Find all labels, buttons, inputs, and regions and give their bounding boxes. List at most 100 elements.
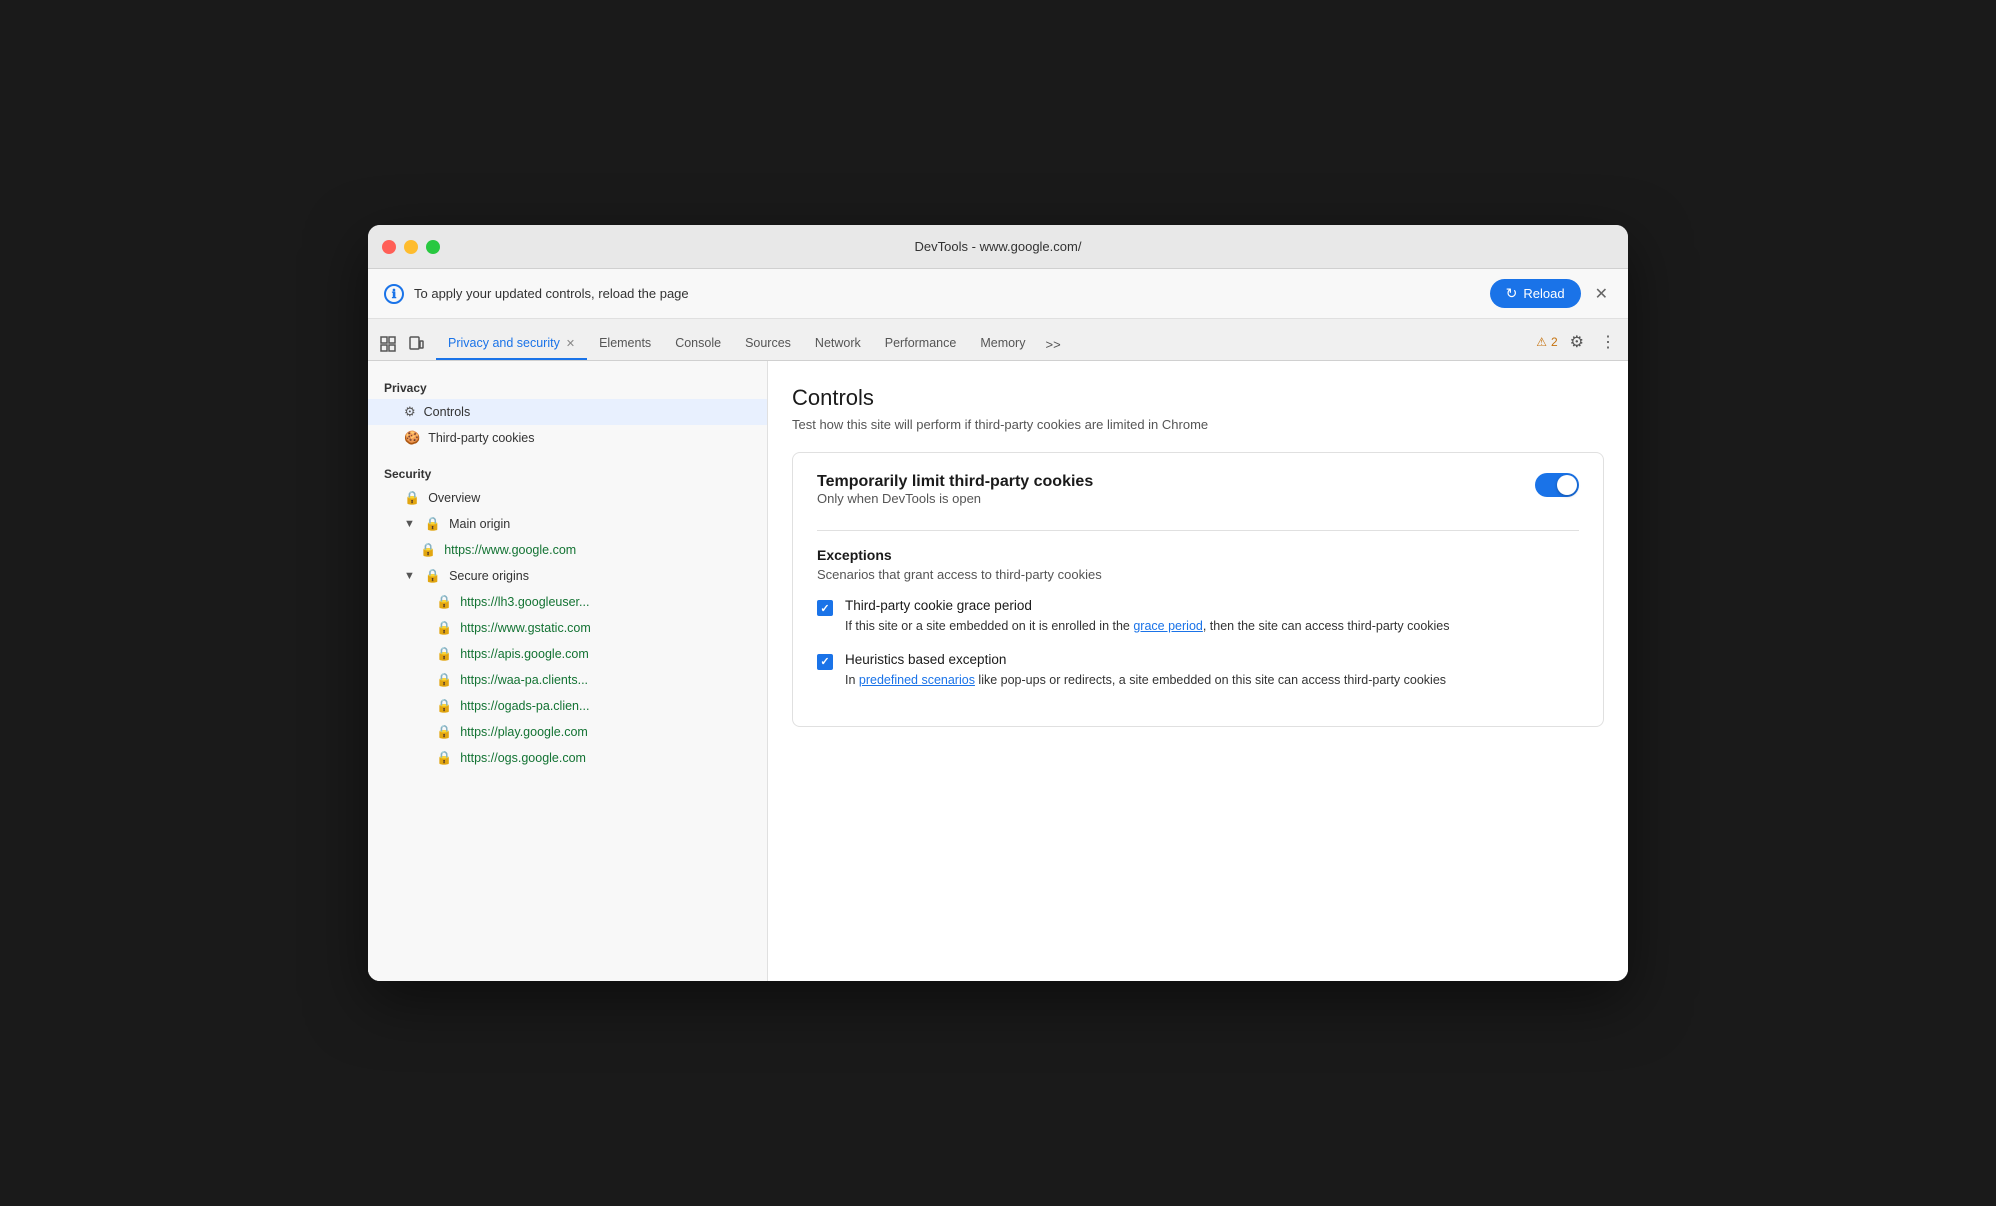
tab-elements[interactable]: Elements <box>587 328 663 360</box>
sidebar: Privacy ⚙ Controls 🍪 Third-party cookies… <box>368 361 768 981</box>
tab-close-icon[interactable]: ✕ <box>566 337 575 350</box>
sidebar-lh3-url: https://lh3.googleuser... <box>460 595 589 609</box>
card-subtitle: Only when DevTools is open <box>817 491 1093 506</box>
tab-privacy-and-security[interactable]: Privacy and security ✕ <box>436 328 587 360</box>
tab-memory[interactable]: Memory <box>968 328 1037 360</box>
sidebar-waa-url: https://waa-pa.clients... <box>460 673 588 687</box>
lock-icon-secure-origins: 🔒 <box>425 568 441 584</box>
warning-count: 2 <box>1551 335 1558 349</box>
reload-button[interactable]: ↻ Reload <box>1490 279 1581 308</box>
device-icon <box>408 336 424 352</box>
inspector-icon-button[interactable] <box>376 332 400 356</box>
gear-icon: ⚙ <box>404 404 416 420</box>
tab-console[interactable]: Console <box>663 328 733 360</box>
exception-grace-content: Third-party cookie grace period If this … <box>845 598 1450 636</box>
sidebar-item-ogads[interactable]: 🔒 https://ogads-pa.clien... <box>368 693 767 719</box>
toolbar-right: ⚠ 2 ⚙ ⋮ <box>1536 328 1620 360</box>
heuristics-checkbox[interactable] <box>817 654 833 670</box>
lock-icon-overview: 🔒 <box>404 490 420 506</box>
sidebar-main-origin-label: Main origin <box>449 517 510 531</box>
tab-overflow-button[interactable]: >> <box>1037 329 1068 360</box>
card-title: Temporarily limit third-party cookies <box>817 473 1093 491</box>
device-toolbar-button[interactable] <box>404 332 428 356</box>
exception-grace-desc: If this site or a site embedded on it is… <box>845 617 1450 636</box>
cookie-icon: 🍪 <box>404 430 420 446</box>
tab-performance-label: Performance <box>885 336 957 350</box>
sidebar-item-secure-origins[interactable]: ▼ 🔒 Secure origins <box>368 563 767 589</box>
maximize-traffic-light[interactable] <box>426 240 440 254</box>
tab-elements-label: Elements <box>599 336 651 350</box>
sidebar-item-google-main[interactable]: 🔒 https://www.google.com <box>368 537 767 563</box>
lock-icon-ogs: 🔒 <box>436 750 452 766</box>
tab-network[interactable]: Network <box>803 328 873 360</box>
exceptions-section: Exceptions Scenarios that grant access t… <box>817 530 1579 690</box>
inspector-icon <box>380 336 396 352</box>
settings-button[interactable]: ⚙ <box>1566 328 1588 356</box>
exceptions-subtitle: Scenarios that grant access to third-par… <box>817 567 1579 582</box>
sidebar-item-controls[interactable]: ⚙ Controls <box>368 399 767 425</box>
tab-performance[interactable]: Performance <box>873 328 969 360</box>
sidebar-third-party-label: Third-party cookies <box>428 431 534 445</box>
content-subtitle: Test how this site will perform if third… <box>792 417 1604 432</box>
info-banner: ℹ To apply your updated controls, reload… <box>368 269 1628 319</box>
main-origin-arrow: ▼ <box>404 518 415 530</box>
security-section-header: Security <box>368 459 767 485</box>
sidebar-item-overview[interactable]: 🔒 Overview <box>368 485 767 511</box>
exceptions-title: Exceptions <box>817 547 1579 563</box>
sidebar-overview-label: Overview <box>428 491 480 505</box>
content-title: Controls <box>792 385 1604 411</box>
grace-period-link[interactable]: grace period <box>1133 619 1203 633</box>
tab-memory-label: Memory <box>980 336 1025 350</box>
controls-card: Temporarily limit third-party cookies On… <box>792 452 1604 727</box>
sidebar-controls-label: Controls <box>424 405 471 419</box>
reload-label: Reload <box>1523 286 1564 301</box>
secure-origins-arrow: ▼ <box>404 570 415 582</box>
grace-period-checkbox[interactable] <box>817 600 833 616</box>
banner-text: To apply your updated controls, reload t… <box>414 286 1480 301</box>
privacy-section-header: Privacy <box>368 373 767 399</box>
minimize-traffic-light[interactable] <box>404 240 418 254</box>
sidebar-apis-url: https://apis.google.com <box>460 647 589 661</box>
reload-icon: ↻ <box>1506 285 1518 302</box>
tab-sources-label: Sources <box>745 336 791 350</box>
content-panel: Controls Test how this site will perform… <box>768 361 1628 981</box>
warning-badge[interactable]: ⚠ 2 <box>1536 335 1557 349</box>
tab-console-label: Console <box>675 336 721 350</box>
exception-grace-title: Third-party cookie grace period <box>845 598 1450 613</box>
sidebar-item-play[interactable]: 🔒 https://play.google.com <box>368 719 767 745</box>
lock-icon-waa: 🔒 <box>436 672 452 688</box>
sidebar-google-main-url: https://www.google.com <box>444 543 576 557</box>
lock-icon-play: 🔒 <box>436 724 452 740</box>
sidebar-item-lh3[interactable]: 🔒 https://lh3.googleuser... <box>368 589 767 615</box>
sidebar-item-third-party-cookies[interactable]: 🍪 Third-party cookies <box>368 425 767 451</box>
lock-icon-google: 🔒 <box>420 542 436 558</box>
info-icon: ℹ <box>384 284 404 304</box>
limit-cookies-toggle[interactable] <box>1535 473 1579 497</box>
titlebar: DevTools - www.google.com/ <box>368 225 1628 269</box>
lock-icon-lh3: 🔒 <box>436 594 452 610</box>
close-banner-button[interactable]: ✕ <box>1591 280 1612 308</box>
lock-icon-apis: 🔒 <box>436 646 452 662</box>
sidebar-secure-origins-label: Secure origins <box>449 569 529 583</box>
tab-sources[interactable]: Sources <box>733 328 803 360</box>
predefined-scenarios-link[interactable]: predefined scenarios <box>859 673 975 687</box>
sidebar-item-ogs[interactable]: 🔒 https://ogs.google.com <box>368 745 767 771</box>
exception-item-heuristics: Heuristics based exception In predefined… <box>817 652 1579 690</box>
window-title: DevTools - www.google.com/ <box>915 239 1082 254</box>
sidebar-gstatic-url: https://www.gstatic.com <box>460 621 591 635</box>
sidebar-item-apis[interactable]: 🔒 https://apis.google.com <box>368 641 767 667</box>
close-traffic-light[interactable] <box>382 240 396 254</box>
exception-item-grace-period: Third-party cookie grace period If this … <box>817 598 1579 636</box>
sidebar-ogads-url: https://ogads-pa.clien... <box>460 699 589 713</box>
sidebar-item-main-origin[interactable]: ▼ 🔒 Main origin <box>368 511 767 537</box>
lock-icon-ogads: 🔒 <box>436 698 452 714</box>
main-content: Privacy ⚙ Controls 🍪 Third-party cookies… <box>368 361 1628 981</box>
more-button[interactable]: ⋮ <box>1596 328 1620 356</box>
card-header: Temporarily limit third-party cookies On… <box>817 473 1579 526</box>
traffic-lights <box>382 240 440 254</box>
sidebar-item-waa[interactable]: 🔒 https://waa-pa.clients... <box>368 667 767 693</box>
sidebar-item-gstatic[interactable]: 🔒 https://www.gstatic.com <box>368 615 767 641</box>
warning-icon: ⚠ <box>1536 335 1547 349</box>
sidebar-play-url: https://play.google.com <box>460 725 588 739</box>
exception-heuristics-desc: In predefined scenarios like pop-ups or … <box>845 671 1446 690</box>
